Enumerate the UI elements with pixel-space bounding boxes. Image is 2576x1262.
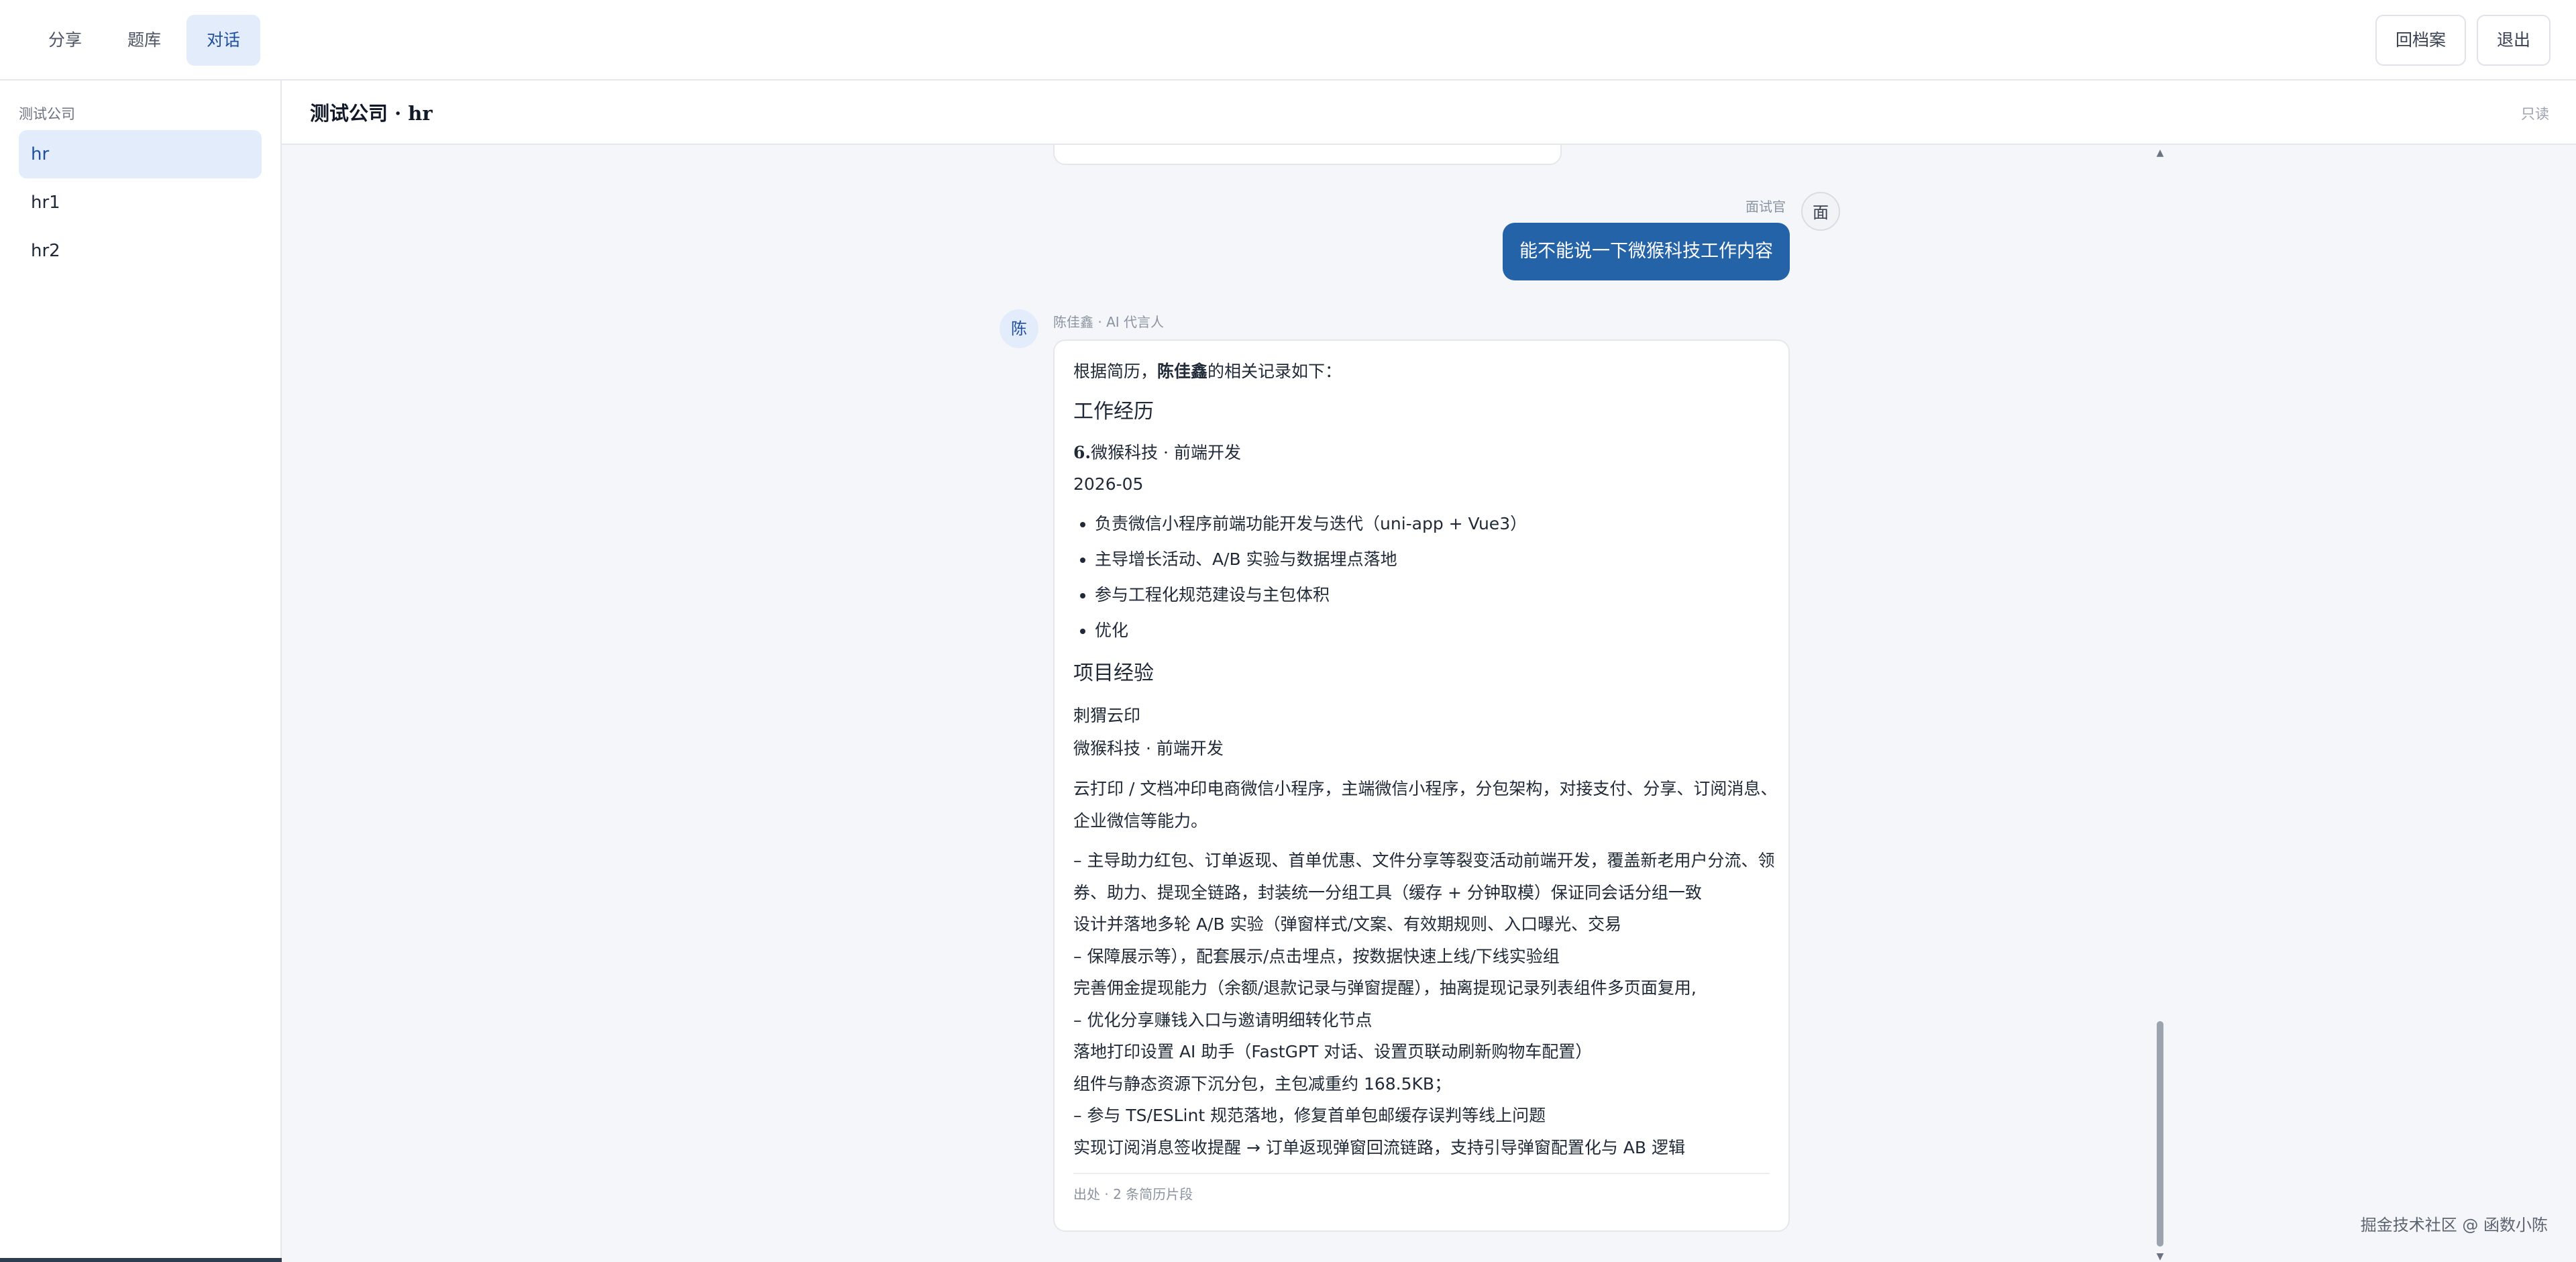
project-detail-line: 落地打印设置 AI 助手（FastGPT 对话、设置页联动刷新购物车配置） — [1073, 1042, 1593, 1061]
project-role: 微猴科技 · 前端开发 — [1073, 739, 1224, 758]
user-message-bubble: 能不能说一下微猴科技工作内容 — [1503, 223, 1790, 280]
tab-conversation[interactable]: 对话 — [186, 15, 261, 66]
candidate-name: 陈佳鑫 — [1157, 362, 1208, 381]
project-desc-line: 云打印 / 文档冲印电商微信小程序，主端微信小程序，分包架构，对接支付、分享、订… — [1073, 779, 1778, 798]
main-nav: 分享 题库 对话 — [28, 15, 261, 66]
scroll-down-arrow-icon[interactable]: ▼ — [2155, 1251, 2165, 1262]
top-actions: 回档案 退出 — [2375, 15, 2551, 66]
job-title: 6.微猴科技 · 前端开发 — [1073, 437, 1770, 468]
ai-intro: 根据简历，陈佳鑫的相关记录如下： — [1073, 356, 1770, 388]
project-detail-line: 实现订阅消息签收提醒 → 订单返现弹窗回流链路，支持引导弹窗配置化与 AB 逻辑 — [1073, 1137, 1685, 1157]
project-detail-line: 完善佣金提现能力（余额/退款记录与弹窗提醒），抽离提现记录列表组件多页面复用, — [1073, 978, 1697, 998]
project-detail-line: 组件与静态资源下沉分包，主包减重约 168.5KB； — [1073, 1073, 1452, 1094]
tab-question-bank[interactable]: 题库 — [107, 15, 181, 66]
scrollbar-thumb[interactable] — [2157, 1021, 2163, 1247]
sidebar-group-label: 测试公司 — [19, 106, 75, 122]
tab-share[interactable]: 分享 — [28, 15, 102, 66]
job-number: 6. — [1073, 443, 1091, 462]
interviewer-role-label: 面试官 — [1746, 199, 1786, 215]
logout-button[interactable]: 退出 — [2476, 15, 2551, 66]
project-detail-line: 券、助力、提现全链路，封装统一分组工具（缓存 + 分钟取模）保证同会话分组一致 — [1073, 882, 1702, 902]
sidebar-item-hr1[interactable]: hr1 — [19, 178, 262, 227]
conversation-header: 测试公司 · hr 只读 — [282, 81, 2576, 145]
project-desc-line: 企业微信等能力。 — [1073, 810, 1208, 831]
intro-prefix: 根据简历， — [1073, 362, 1158, 381]
sidebar-item-hr2[interactable]: hr2 — [19, 227, 262, 275]
work-experience-heading: 工作经历 — [1073, 400, 1154, 423]
list-item: 主导增长活动、A/B 实验与数据埋点落地 — [1095, 541, 1770, 577]
ai-role-label: 陈佳鑫 · AI 代言人 — [1053, 314, 1165, 330]
watermark: 掘金技术社区 @ 函数小陈 — [2360, 1216, 2548, 1234]
project-detail-line: – 保障展示等），配套展示/点击埋点，按数据快速上线/下线实验组 — [1073, 946, 1560, 966]
sidebar-item-hr[interactable]: hr — [19, 130, 262, 178]
chat-area: 面试官 面 能不能说一下微猴科技工作内容 陈 陈佳鑫 · AI 代言人 根据简历… — [282, 145, 2576, 1262]
scroll-up-arrow-icon[interactable]: ▲ — [2155, 148, 2165, 158]
list-item: 优化 — [1095, 613, 1770, 648]
project-detail-line: 设计并落地多轮 A/B 实验（弹窗样式/文案、有效期规则、入口曝光、交易 — [1073, 914, 1621, 934]
source-note[interactable]: 出处 · 2 条简历片段 — [1073, 1181, 1770, 1208]
chat-scrollbar[interactable]: ▲ ▼ — [2155, 145, 2165, 1262]
ai-message-card: 根据简历，陈佳鑫的相关记录如下： 工作经历 6.微猴科技 · 前端开发 2026… — [1053, 339, 1790, 1232]
project-experience-heading: 项目经验 — [1073, 662, 1154, 685]
previous-message-card — [1053, 145, 1562, 165]
project-detail-line: – 主导助力红包、订单返现、首单优惠、文件分享等裂变活动前端开发，覆盖新老用户分… — [1073, 851, 1775, 870]
project-name: 刺猬云印 — [1073, 706, 1141, 725]
job-title-text: 微猴科技 · 前端开发 — [1091, 443, 1241, 462]
top-bar: 分享 题库 对话 回档案 退出 — [0, 0, 2576, 81]
sidebar: 测试公司 hr hr1 hr2 — [0, 81, 282, 1262]
job-bullet-list: 负责微信小程序前端功能开发与迭代（uni-app + Vue3） 主导增长活动、… — [1073, 506, 1770, 648]
job-date: 2026-05 — [1073, 474, 1144, 494]
interviewer-avatar: 面 — [1801, 192, 1840, 231]
ai-avatar: 陈 — [1000, 309, 1038, 348]
intro-suffix: 的相关记录如下： — [1208, 362, 1342, 381]
conversation-title: 测试公司 · hr — [310, 102, 433, 125]
project-detail-line: – 优化分享赚钱入口与邀请明细转化节点 — [1073, 1010, 1373, 1030]
back-to-archive-button[interactable]: 回档案 — [2375, 15, 2466, 66]
card-divider — [1073, 1173, 1770, 1174]
read-only-badge: 只读 — [2521, 106, 2549, 122]
list-item: 负责微信小程序前端功能开发与迭代（uni-app + Vue3） — [1095, 506, 1770, 541]
project-detail-line: – 参与 TS/ESLint 规范落地，修复首单包邮缓存误判等线上问题 — [1073, 1106, 1546, 1125]
list-item: 参与工程化规范建设与主包体积 — [1095, 577, 1770, 613]
bottom-edge — [0, 1258, 282, 1262]
